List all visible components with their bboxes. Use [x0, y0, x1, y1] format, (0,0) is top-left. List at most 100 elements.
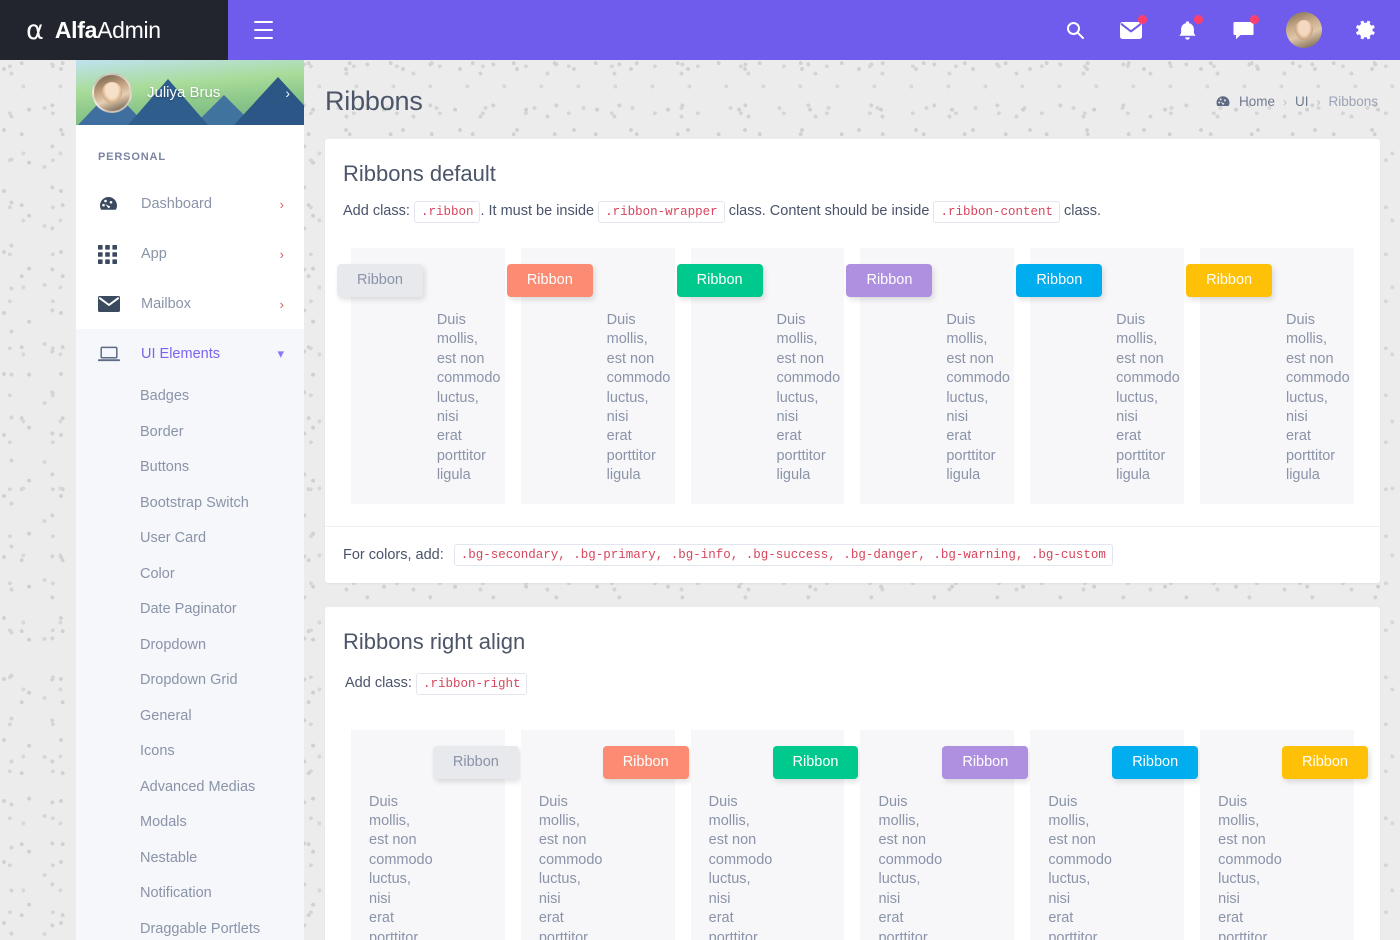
sidebar-profile-name: Juliya Brus [147, 84, 221, 101]
brand-title: AlfaAdmin [55, 17, 161, 44]
sidebar-subitem-nestable[interactable]: Nestable [76, 841, 304, 877]
sidebar-subitem-date-paginator[interactable]: Date Paginator [76, 592, 304, 628]
sidebar-item-label: UI Elements [141, 346, 220, 362]
ribbon-content: Duis mollis, est non commodo luctus, nis… [436, 312, 501, 484]
ribbon-content: Duis mollis, est non commodo luctus, nis… [1048, 793, 1112, 940]
sidebar-subitem-badges[interactable]: Badges [76, 379, 304, 415]
sidebar-subitem-user-card[interactable]: User Card [76, 521, 304, 557]
desc-text: Add class: [343, 203, 410, 219]
card-title: Ribbons right align [343, 628, 526, 654]
sidebar-item-ui-elements[interactable]: UI Elements ▾ [76, 329, 304, 379]
ribbon-wrapper: Ribbon Duis mollis, est non commodo luct… [1200, 729, 1368, 940]
sidebar-subitem-bootstrap-switch[interactable]: Bootstrap Switch [76, 486, 304, 522]
gear-icon[interactable] [1352, 17, 1378, 43]
sidebar-section-label: PERSONAL [98, 151, 166, 163]
breadcrumb: Home › UI › Ribbons [1215, 94, 1378, 110]
sidebar-subitem-advanced-medias[interactable]: Advanced Medias [76, 770, 304, 806]
search-icon[interactable] [1062, 17, 1088, 43]
chevron-right-icon: › [279, 296, 284, 312]
avatar[interactable] [1286, 12, 1322, 48]
desc-text: Add class: [345, 674, 412, 691]
ribbon-row-default: Ribbon Duis mollis, est non commodo luct… [325, 230, 1380, 526]
sidebar-profile[interactable]: Juliya Brus › [76, 60, 304, 125]
ribbon-badge-primary[interactable]: Ribbon [602, 745, 689, 779]
ribbon-column: Ribbon Duis mollis, est non commodo luct… [1186, 248, 1362, 504]
colors-note-row: For colors, add: .bg-secondary, .bg-prim… [325, 525, 1380, 583]
ribbon-content: Duis mollis, est non commodo luctus, nis… [946, 312, 1010, 484]
sidebar-item-label: App [141, 246, 167, 262]
ribbon-column: Ribbon Duis mollis, est non commodo luct… [1016, 248, 1192, 504]
dashboard-icon [98, 194, 126, 215]
ribbon-content: Duis mollis, est non commodo luctus, nis… [708, 793, 773, 940]
hamburger-icon[interactable] [254, 21, 278, 39]
top-header-bar: α AlfaAdmin [0, 0, 1400, 60]
brand-logo-area[interactable]: α AlfaAdmin [0, 0, 228, 60]
colors-note-label: For colors, add: [343, 546, 444, 563]
bell-icon[interactable] [1174, 15, 1203, 43]
ribbon-wrapper: Ribbon Duis mollis, est non commodo luct… [676, 248, 845, 504]
card-title: Ribbons default [343, 161, 496, 186]
code-ribbon-content: .ribbon-content [933, 201, 1060, 223]
breadcrumb-home[interactable]: Home [1239, 94, 1275, 109]
chevron-right-icon: › [1282, 94, 1287, 109]
top-actions [1062, 12, 1378, 48]
ribbon-badge-success[interactable]: Ribbon [772, 745, 859, 779]
ribbon-column: Ribbon Duis mollis, est non commodo luct… [676, 248, 853, 504]
sidebar-subitem-icons[interactable]: Icons [76, 734, 304, 770]
chat-icon[interactable] [1230, 15, 1259, 43]
chevron-right-icon: › [279, 196, 284, 212]
ribbon-wrapper: Ribbon Duis mollis, est non commodo luct… [690, 729, 859, 940]
chevron-right-icon[interactable]: › [285, 85, 290, 101]
sidebar-subnav: Badges Border Buttons Bootstrap Switch U… [76, 379, 304, 940]
breadcrumb-current: Ribbons [1328, 94, 1378, 109]
alpha-logo-icon: α [26, 14, 44, 46]
desc-text: class. Content should be inside [728, 203, 930, 219]
sidebar-subitem-color[interactable]: Color [76, 557, 304, 593]
ribbon-column: Ribbon Duis mollis, est non commodo luct… [337, 248, 513, 504]
sidebar-subitem-notification[interactable]: Notification [76, 876, 304, 912]
ribbon-badge-info[interactable]: Ribbon [1016, 264, 1103, 297]
ribbon-column: Ribbon Duis mollis, est non commodo luct… [513, 729, 689, 940]
ribbon-badge-success[interactable]: Ribbon [676, 264, 763, 297]
chevron-right-icon: › [1316, 94, 1321, 109]
bell-badge-dot [1194, 15, 1203, 24]
ribbon-row-right-align: Ribbon Duis mollis, est non commodo luct… [325, 698, 1380, 940]
sidebar-subitem-buttons[interactable]: Buttons [76, 450, 304, 486]
ribbon-badge-warning[interactable]: Ribbon [1282, 745, 1368, 779]
ribbon-content: Duis mollis, est non commodo luctus, nis… [538, 793, 603, 940]
ribbon-badge-secondary[interactable]: Ribbon [337, 264, 423, 297]
laptop-icon [98, 346, 126, 362]
sidebar-subitem-dropdown[interactable]: Dropdown [76, 628, 304, 664]
ribbon-wrapper: Ribbon Duis mollis, est non commodo luct… [1030, 729, 1199, 940]
ribbon-badge-info[interactable]: Ribbon [1112, 745, 1199, 779]
ribbon-content: Duis mollis, est non commodo luctus, nis… [1218, 793, 1282, 940]
ribbon-column: Ribbon Duis mollis, est non commodo luct… [683, 729, 859, 940]
sidebar-subitem-border[interactable]: Border [76, 415, 304, 451]
ribbon-badge-custom[interactable]: Ribbon [942, 745, 1029, 779]
ribbon-column: Ribbon Duis mollis, est non commodo luct… [343, 729, 519, 940]
ribbon-badge-primary[interactable]: Ribbon [506, 264, 593, 297]
sidebar-subitem-draggable-portlets[interactable]: Draggable Portlets [76, 912, 304, 940]
mail-icon[interactable] [1118, 15, 1147, 43]
sidebar-item-mailbox[interactable]: Mailbox › [76, 279, 304, 329]
card-header: Ribbons right align Add class: .ribbon-r… [325, 607, 1380, 698]
top-header-main [228, 0, 1400, 60]
ribbon-column: Ribbon Duis mollis, est non commodo luct… [852, 729, 1029, 940]
sidebar-subitem-dropdown-grid[interactable]: Dropdown Grid [76, 663, 304, 699]
page-header: Ribbons Home › UI › Ribbons [304, 60, 1400, 139]
breadcrumb-ui[interactable]: UI [1295, 94, 1309, 109]
code-ribbon: .ribbon [413, 201, 481, 223]
sidebar-subitem-modals[interactable]: Modals [76, 805, 304, 841]
ribbon-badge-warning[interactable]: Ribbon [1186, 264, 1273, 297]
sidebar-subitem-general[interactable]: General [76, 699, 304, 735]
ribbon-badge-secondary[interactable]: Ribbon [432, 745, 519, 779]
brand-name-light: Admin [97, 16, 161, 43]
sidebar-item-app[interactable]: App › [76, 229, 304, 279]
code-color-classes: .bg-secondary, .bg-primary, .bg-info, .b… [453, 543, 1113, 566]
chat-badge-dot [1250, 15, 1259, 24]
sidebar: Juliya Brus › PERSONAL Dashboard › App ›… [76, 60, 304, 940]
ribbon-wrapper: Ribbon Duis mollis, est non commodo luct… [520, 729, 689, 940]
sidebar-item-dashboard[interactable]: Dashboard › [76, 179, 304, 229]
main-content: Ribbons Home › UI › Ribbons Ribbons defa… [304, 60, 1400, 940]
ribbon-badge-custom[interactable]: Ribbon [846, 264, 933, 297]
